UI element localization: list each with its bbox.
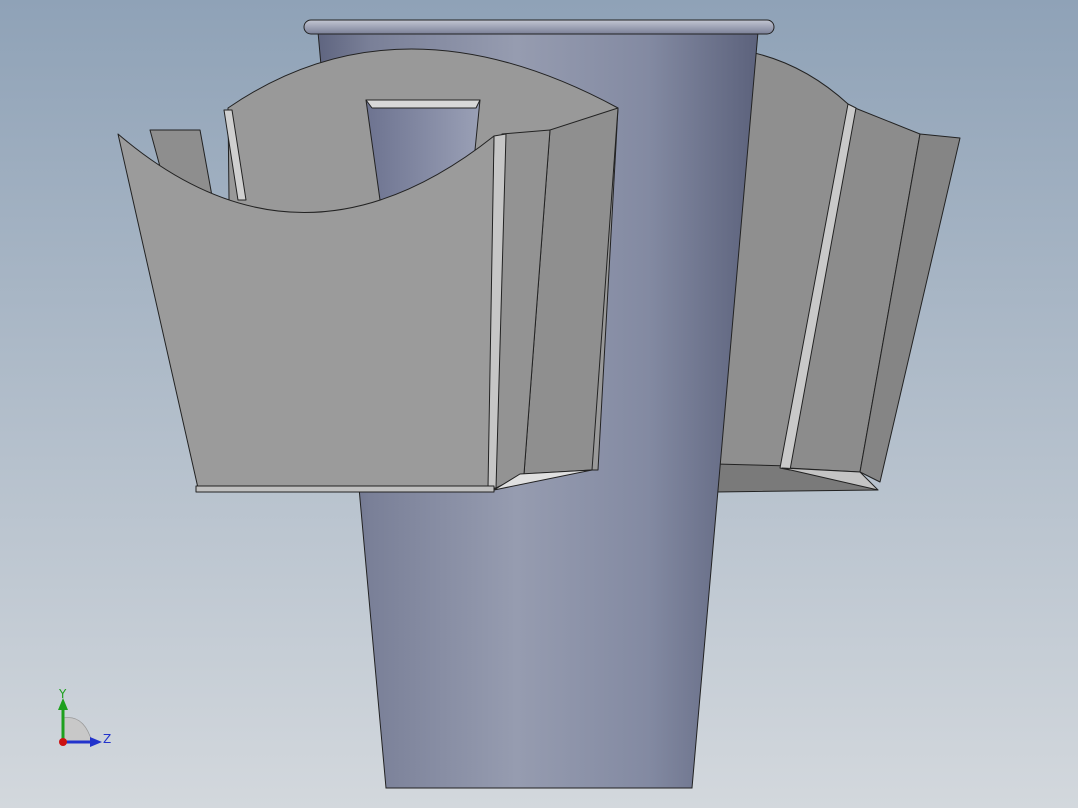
model-view[interactable] bbox=[0, 0, 1078, 808]
cup-rim bbox=[303, 19, 775, 35]
z-axis-label: Z bbox=[103, 732, 112, 746]
triad-graphic bbox=[58, 698, 102, 747]
y-axis-label: Y bbox=[59, 687, 67, 701]
left-holder-bottom bbox=[195, 485, 495, 493]
coordinate-triad: Y Z bbox=[44, 684, 124, 754]
triad-plane-icon bbox=[62, 717, 93, 743]
handle-cutout-edge bbox=[365, 99, 481, 109]
graphics-viewport[interactable]: Y Z bbox=[0, 0, 1078, 808]
z-axis-arrowhead bbox=[90, 737, 102, 747]
x-axis-dot bbox=[59, 738, 67, 746]
